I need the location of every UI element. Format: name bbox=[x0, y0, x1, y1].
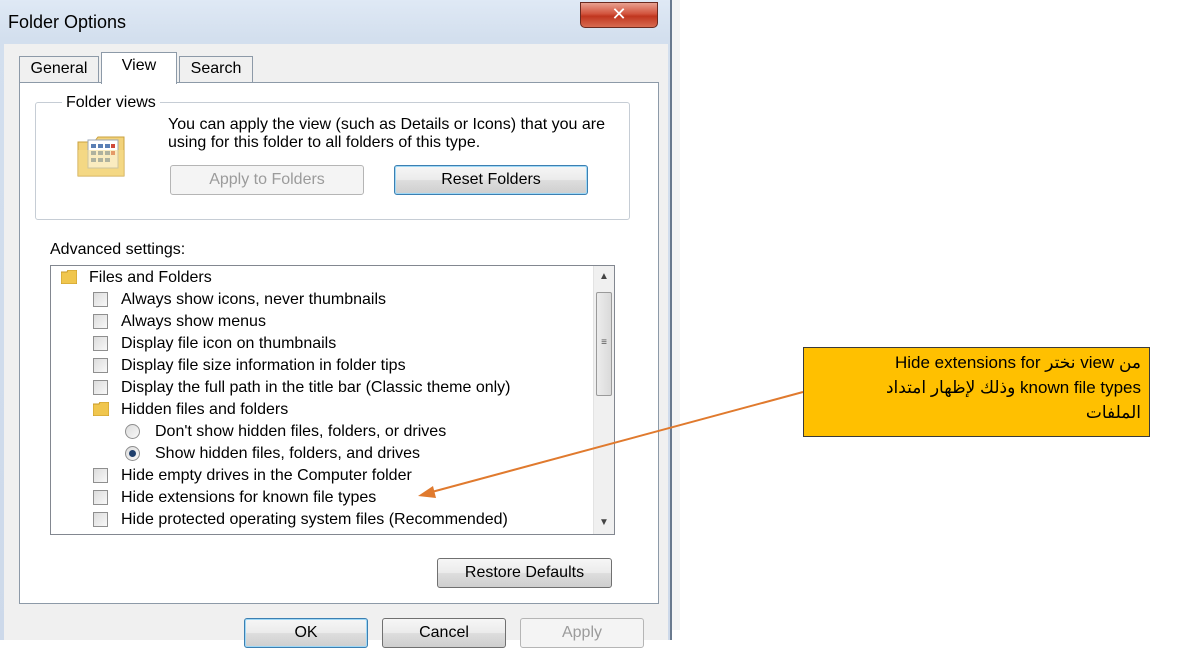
callout-line: known file types وذلك لإظهار امتداد bbox=[885, 378, 1141, 397]
callout-line: الملفات bbox=[1085, 403, 1141, 422]
annotation-callout: من view نختر Hide extensions for known f… bbox=[803, 347, 1150, 437]
tab-view[interactable]: View bbox=[101, 52, 177, 84]
annotation-arrow bbox=[418, 391, 804, 498]
tab-label: View bbox=[121, 57, 157, 74]
callout-line: من view نختر Hide extensions for bbox=[895, 353, 1141, 372]
